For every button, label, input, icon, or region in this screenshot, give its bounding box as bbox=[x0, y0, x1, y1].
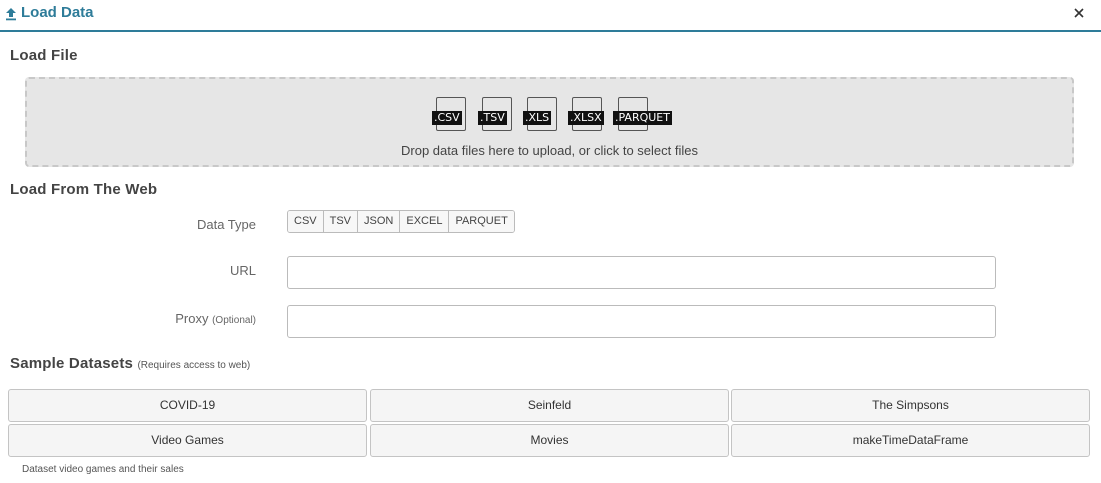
load-web-heading: Load From The Web bbox=[10, 181, 158, 198]
file-type-label: .XLSX bbox=[568, 111, 604, 125]
close-icon[interactable] bbox=[1072, 6, 1086, 20]
data-type-csv[interactable]: CSV bbox=[288, 211, 324, 232]
data-type-toggle: CSV TSV JSON EXCEL PARQUET bbox=[287, 210, 515, 233]
file-type-label: .TSV bbox=[478, 111, 507, 125]
parquet-file-icon: .PARQUET bbox=[613, 97, 672, 131]
load-file-heading: Load File bbox=[10, 47, 78, 64]
proxy-input[interactable] bbox=[287, 305, 996, 338]
dropzone-instructions: Drop data files here to upload, or click… bbox=[401, 143, 698, 158]
proxy-label-text: Proxy bbox=[175, 311, 209, 326]
sample-datasets-heading: Sample Datasets (Requires access to web) bbox=[10, 355, 250, 372]
upload-icon bbox=[6, 8, 16, 21]
url-input[interactable] bbox=[287, 256, 996, 289]
sample-datasets-title: Sample Datasets bbox=[10, 355, 134, 372]
url-label: URL bbox=[229, 263, 256, 278]
proxy-label: Proxy (Optional) bbox=[0, 311, 256, 326]
tsv-file-icon: .TSV bbox=[478, 97, 512, 131]
data-type-parquet[interactable]: PARQUET bbox=[449, 211, 514, 232]
csv-file-icon: .CSV bbox=[432, 97, 466, 131]
dataset-seinfeld-button[interactable]: Seinfeld bbox=[370, 389, 729, 422]
file-dropzone[interactable]: .CSV .TSV .XLS .XLSX .PARQUET Drop data … bbox=[25, 77, 1074, 167]
dataset-movies-button[interactable]: Movies bbox=[370, 424, 729, 457]
modal-header: Load Data bbox=[0, 0, 1101, 32]
data-type-json[interactable]: JSON bbox=[358, 211, 401, 232]
data-type-tsv[interactable]: TSV bbox=[323, 211, 359, 232]
data-type-label: Data Type bbox=[196, 217, 256, 232]
dataset-video-games-button[interactable]: Video Games bbox=[8, 424, 367, 457]
dataset-maketimedataframe-button[interactable]: makeTimeDataFrame bbox=[731, 424, 1090, 457]
xls-file-icon: .XLS bbox=[523, 97, 557, 131]
proxy-optional-note: (Optional) bbox=[212, 315, 256, 326]
file-type-label: .CSV bbox=[432, 111, 462, 125]
dataset-covid-19-button[interactable]: COVID-19 bbox=[8, 389, 367, 422]
file-type-label: .PARQUET bbox=[613, 111, 672, 125]
file-type-label: .XLS bbox=[523, 111, 552, 125]
data-type-excel[interactable]: EXCEL bbox=[400, 211, 450, 232]
dataset-simpsons-button[interactable]: The Simpsons bbox=[731, 389, 1090, 422]
dataset-description: Dataset video games and their sales bbox=[22, 464, 184, 475]
modal-title: Load Data bbox=[21, 4, 94, 21]
xlsx-file-icon: .XLSX bbox=[568, 97, 604, 131]
sample-datasets-note: (Requires access to web) bbox=[137, 360, 251, 371]
